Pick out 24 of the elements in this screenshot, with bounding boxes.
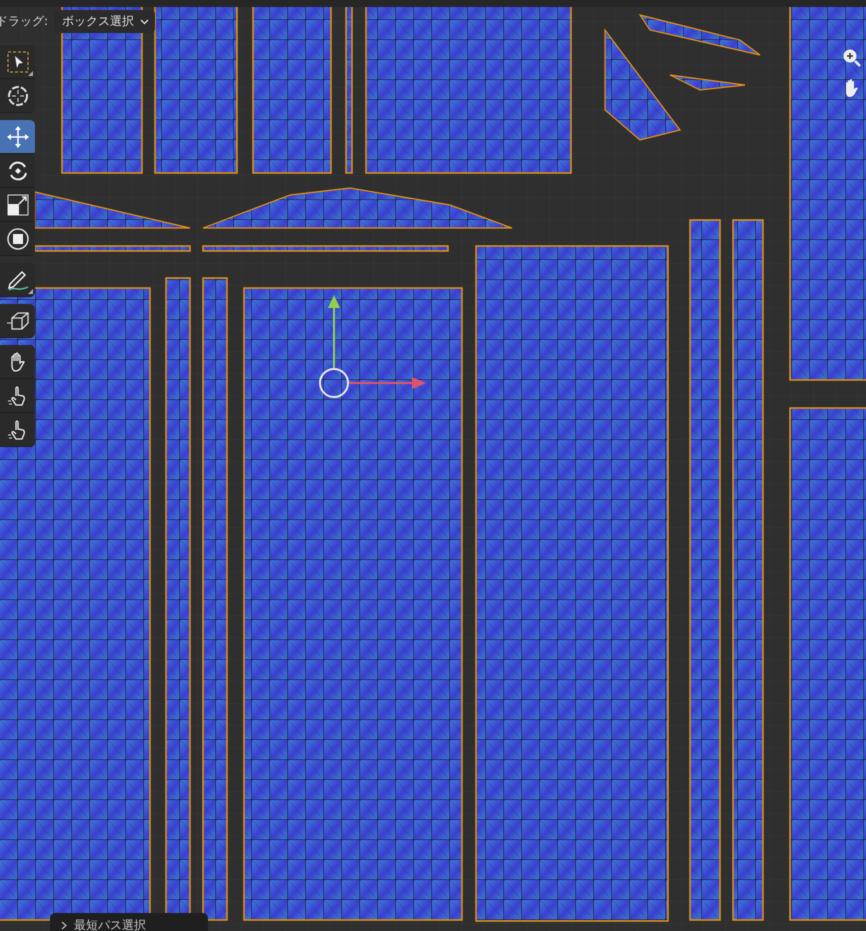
rotate-tool-button[interactable] (0, 154, 35, 188)
zoom-icon[interactable] (842, 48, 862, 68)
transform-tool-button[interactable] (0, 222, 35, 256)
scale-icon (6, 192, 30, 216)
last-operation-panel[interactable]: 最短パス選択 (50, 913, 208, 931)
drag-mode-dropdown[interactable]: ボックス選択 (54, 10, 156, 33)
transform-gizmo[interactable] (319, 295, 426, 398)
grab-tool-button[interactable] (0, 345, 35, 379)
select-box-tool-button[interactable] (0, 45, 35, 79)
move-arrows-icon (6, 124, 30, 148)
scale-tool-button[interactable] (0, 188, 35, 222)
move-tool-button[interactable] (0, 120, 35, 154)
pinch-tool-button[interactable] (0, 413, 35, 447)
drag-label: ドラッグ: (0, 13, 48, 30)
transform-icon (6, 226, 30, 250)
rip-tool-button[interactable] (0, 304, 35, 338)
crosshair-icon (6, 84, 30, 108)
chevron-icon (60, 920, 68, 930)
annotate-tool-button[interactable] (0, 263, 35, 297)
submenu-corner-icon (28, 289, 33, 294)
caret-icon (140, 18, 150, 24)
cursor-tool-button[interactable] (0, 79, 35, 113)
relax-tool-button[interactable] (0, 379, 35, 413)
submenu-corner-icon (28, 71, 33, 76)
